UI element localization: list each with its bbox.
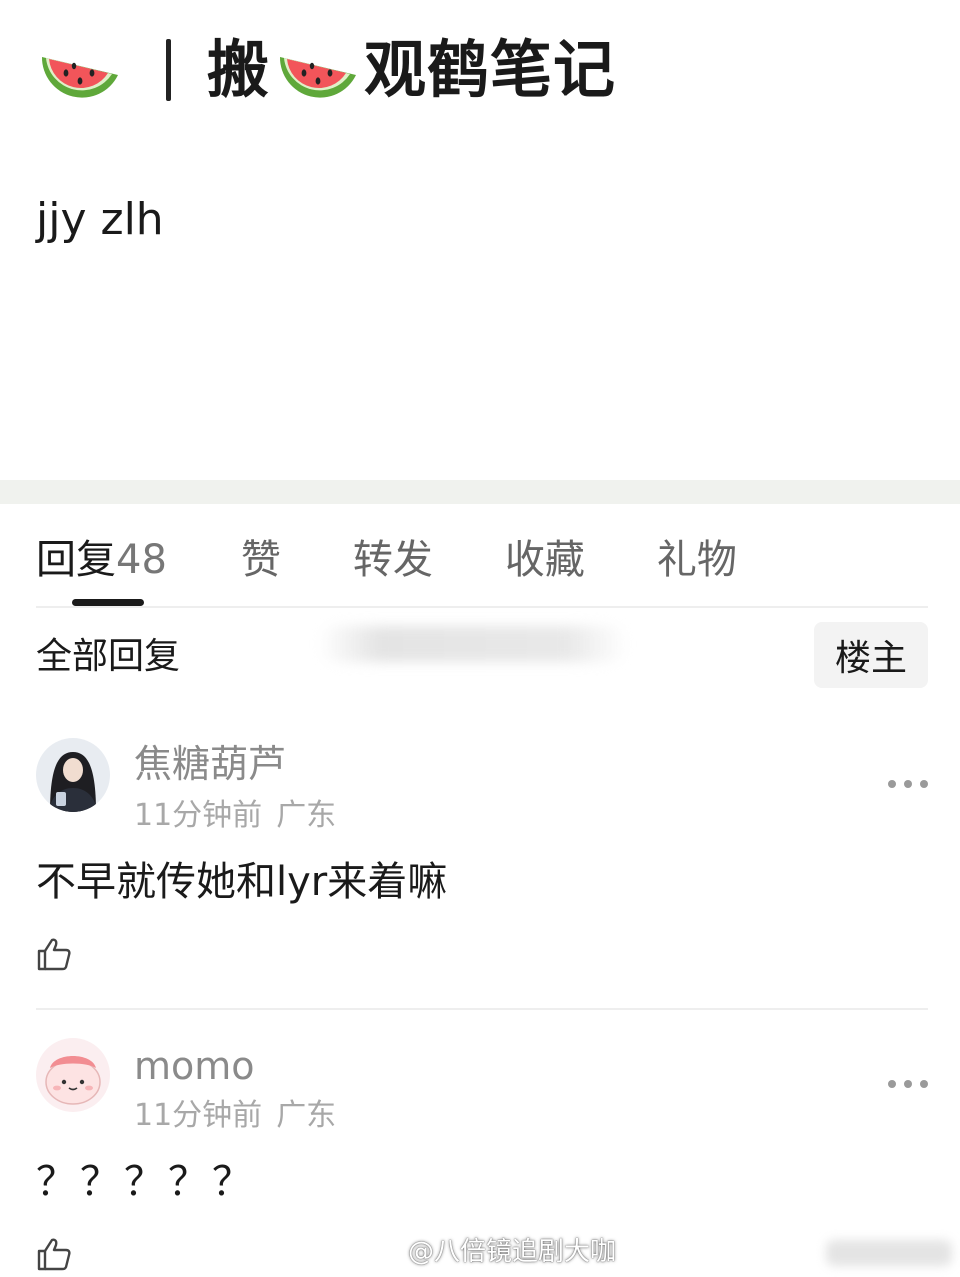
tab-divider: [36, 606, 928, 608]
post-title: 搬 观鹤笔记: [36, 30, 616, 110]
thumbs-up-icon[interactable]: [36, 1236, 72, 1272]
watermelon-icon: [280, 57, 357, 98]
section-divider: [0, 480, 960, 504]
avatar-photo-icon: [36, 738, 110, 812]
more-options-icon[interactable]: [888, 778, 928, 790]
comment-time: 11分钟前: [134, 798, 263, 833]
title-word-1: 搬: [207, 33, 271, 106]
tab-reposts[interactable]: 转发: [353, 527, 433, 585]
comment-username[interactable]: momo: [134, 1042, 255, 1090]
tab-favorites[interactable]: 收藏: [505, 527, 585, 585]
post-body: jjy zlh: [36, 194, 164, 245]
avatar[interactable]: [36, 1038, 110, 1112]
comment-location: 广东: [276, 798, 337, 833]
all-replies-filter[interactable]: 全部回复: [36, 633, 180, 681]
thumbs-up-icon[interactable]: [36, 936, 72, 972]
comment-username[interactable]: 焦糖葫芦: [134, 740, 286, 788]
comment-divider: [36, 1008, 928, 1010]
comment-text: ？？？？？: [36, 1159, 256, 1205]
avatar[interactable]: [36, 738, 110, 812]
watermark: @八倍镜追剧大咖: [408, 1237, 617, 1267]
blurred-region: [318, 626, 628, 662]
tab-gifts[interactable]: 礼物: [657, 527, 737, 585]
tab-replies-label: 回复: [36, 537, 116, 583]
active-tab-indicator: [72, 599, 144, 606]
op-only-button[interactable]: 楼主: [814, 622, 928, 688]
title-separator: [166, 39, 171, 101]
blurred-region: [826, 1240, 952, 1266]
tab-likes[interactable]: 赞: [241, 527, 281, 585]
comment-meta: 11分钟前 广东: [134, 1096, 336, 1136]
comment-text: 不早就传她和lyr来着嘛: [36, 859, 448, 905]
comment-location: 广东: [276, 1098, 337, 1133]
title-word-2: 观鹤笔记: [364, 33, 617, 106]
comment-time: 11分钟前: [134, 1098, 263, 1133]
tab-replies-count: 48: [116, 537, 167, 583]
comment-meta: 11分钟前 广东: [134, 796, 336, 836]
avatar-cartoon-icon: [36, 1038, 110, 1112]
watermelon-icon: [41, 57, 118, 98]
tab-replies[interactable]: 回复48: [36, 527, 167, 585]
more-options-icon[interactable]: [888, 1078, 928, 1090]
tab-bar: 回复48 赞 转发 收藏 礼物: [36, 520, 809, 592]
